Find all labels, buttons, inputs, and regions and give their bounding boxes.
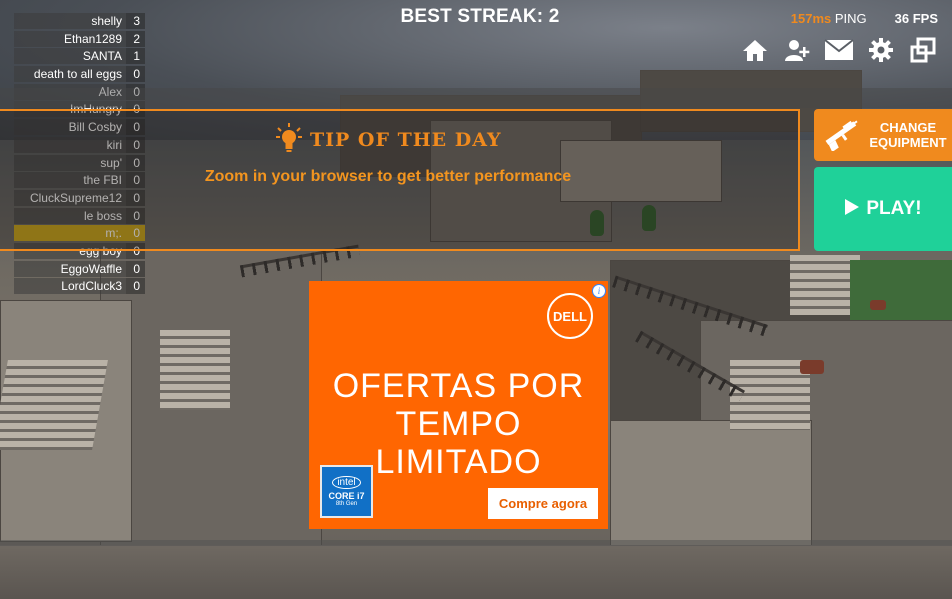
processor-model: CORE i7: [328, 491, 365, 501]
tip-title: TIP OF THE DAY: [310, 129, 502, 151]
fps-readout: 36 FPS: [894, 11, 938, 26]
player-score: 0: [126, 260, 145, 277]
player-score: 0: [126, 66, 145, 83]
player-score: 0: [126, 278, 145, 295]
grass-patch: [850, 260, 952, 320]
ad-cta-button[interactable]: Compre agora: [488, 488, 598, 519]
leaderboard-row: SANTA 1: [14, 48, 145, 65]
brand-name: DELL: [553, 308, 587, 324]
change-equipment-label: CHANGE EQUIPMENT: [869, 120, 947, 150]
player-name: LordCluck3: [14, 278, 126, 295]
brand-logo: DELL: [547, 293, 593, 339]
ad-info-icon[interactable]: i: [592, 284, 606, 298]
change-equipment-button[interactable]: CHANGE EQUIPMENT: [814, 109, 952, 161]
ping-readout: 157ms PING: [791, 11, 867, 26]
processor-generation: 8th Gen: [335, 501, 358, 507]
ping-label: PING: [831, 11, 867, 26]
ad-headline-line-1: OFERTAS POR: [332, 367, 585, 405]
stairs: [0, 360, 108, 450]
building-block: [610, 420, 812, 552]
leaderboard-row: death to all eggs 0: [14, 66, 145, 83]
stairs: [160, 330, 230, 410]
play-label: PLAY!: [866, 198, 922, 219]
header-strip: [0, 88, 952, 108]
player-name: shelly: [14, 13, 126, 29]
play-icon: [844, 198, 860, 220]
processor-badge: intel CORE i7 8th Gen: [320, 465, 373, 518]
lightbulb-icon: [276, 123, 302, 157]
processor-brand: intel: [332, 476, 361, 489]
leaderboard-row: LordCluck3 0: [14, 278, 145, 295]
performance-stats: 157ms PING 36 FPS: [791, 11, 938, 26]
ad-headline: OFERTAS POR TEMPO LIMITADO: [309, 367, 608, 481]
tip-body: Zoom in your browser to get better perfo…: [204, 168, 572, 185]
add-user-icon[interactable]: [782, 36, 812, 64]
gear-icon[interactable]: [866, 36, 896, 64]
rifle-icon: [822, 115, 862, 155]
player-name: Ethan1289: [14, 30, 126, 47]
play-button[interactable]: PLAY!: [814, 167, 952, 251]
advertisement[interactable]: i DELL OFERTAS POR TEMPO LIMITADO intel …: [309, 281, 608, 529]
mail-icon[interactable]: [824, 36, 854, 64]
top-toolbar: [740, 36, 938, 64]
best-streak-label: BEST STREAK: 2: [400, 6, 560, 27]
leaderboard-row: shelly 3: [14, 13, 145, 29]
player-score: 1: [126, 48, 145, 65]
player-name: EggoWaffle: [14, 260, 126, 277]
ground: [0, 545, 952, 599]
player-score: 3: [126, 13, 145, 29]
crate: [800, 360, 824, 374]
player-name: SANTA: [14, 48, 126, 65]
crate: [870, 300, 886, 310]
tip-title-row: TIP OF THE DAY: [276, 123, 502, 157]
player-score: 2: [126, 30, 145, 47]
home-icon[interactable]: [740, 36, 770, 64]
leaderboard-row: Ethan1289 2: [14, 30, 145, 47]
leaderboard-row: EggoWaffle 0: [14, 260, 145, 277]
player-name: death to all eggs: [14, 66, 126, 83]
ping-value: 157ms: [790, 11, 832, 26]
tip-of-the-day-panel: TIP OF THE DAY Zoom in your browser to g…: [0, 109, 800, 251]
fullscreen-icon[interactable]: [908, 36, 938, 64]
bottom-strip: [0, 540, 952, 546]
